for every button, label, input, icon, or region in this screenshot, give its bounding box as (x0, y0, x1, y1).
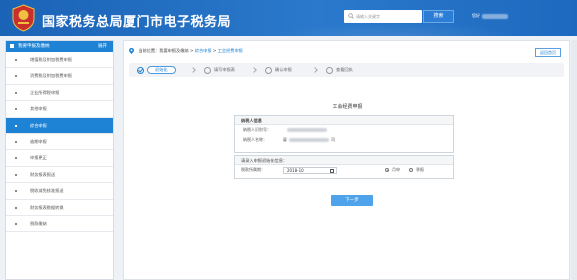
step-circle-icon (265, 66, 272, 74)
breadcrumb-prefix: 当前位置： (138, 48, 160, 53)
step-init: 初始化 (137, 66, 176, 74)
step-label: 查看回执 (336, 67, 353, 72)
taxpayer-name-suffix: 司 (331, 137, 335, 142)
step-label: 初始化 (147, 66, 176, 74)
sidebar-item[interactable]: 逾期申报 (6, 134, 113, 151)
location-pin-icon (129, 48, 134, 54)
sidebar-item-label: 综合申报 (30, 122, 47, 128)
radio-quarterly[interactable] (409, 168, 413, 172)
search-icon (348, 13, 354, 19)
step-circle-icon (204, 66, 211, 74)
breadcrumb-link-comprehensive[interactable]: 综合申报 (195, 48, 212, 53)
radio-quarterly-label: 季报 (416, 167, 424, 172)
sidebar-item-label: 税收减免核准报送 (30, 188, 64, 194)
bullet-icon (15, 124, 17, 127)
top-banner: 国家税务总局厦门市电子税务局 请输入关键字 搜索 您好 (0, 0, 577, 36)
breadcrumb-link-declare[interactable]: 我要申报及缴纳 (159, 48, 188, 53)
sidebar-item[interactable]: 其他申报 (6, 101, 113, 118)
search-input[interactable]: 请输入关键字 (344, 10, 422, 23)
sidebar-collapse-toggle[interactable]: 展开 (98, 41, 107, 52)
bullet-icon (15, 173, 17, 176)
step-arrow-icon (312, 67, 318, 73)
page-gutter (571, 40, 577, 280)
search-placeholder: 请输入关键字 (356, 14, 380, 19)
taxpayer-id-row: 纳税人识别号： (235, 125, 453, 135)
redacted-taxpayer-name (289, 138, 329, 142)
sidebar-item[interactable]: 财务报表数据转换 (6, 200, 113, 216)
sidebar-item-label: 申报更正 (30, 155, 47, 161)
sidebar-item-label: 企业所得税申报 (30, 89, 60, 95)
sidebar-title: 我要申报及缴纳 (18, 44, 50, 49)
step-circle-icon (326, 66, 333, 74)
breadcrumb-current: 工会经费申报 (217, 48, 243, 53)
sidebar-item[interactable]: 消费税及附加税费申报 (6, 68, 113, 85)
redacted-taxpayer-id (287, 128, 327, 132)
form-title: 工会经费申报 (332, 104, 363, 110)
radio-monthly[interactable] (385, 168, 389, 172)
taxpayer-name-label: 纳税人名称： (243, 137, 267, 142)
sidebar-item-label: 增值税及附加税费申报 (30, 57, 72, 62)
sidebar-header: 我要申报及缴纳 展开 (6, 41, 113, 52)
init-info-panel: 请录入申报初始化信息： 税款所属期： 2018-10 月申 季报 (234, 155, 454, 179)
step-check-icon (137, 66, 144, 74)
sidebar-item[interactable]: 申报更正 (6, 150, 113, 167)
next-step-button[interactable]: 下一步 (331, 195, 373, 206)
bullet-icon (15, 190, 17, 193)
search-button[interactable]: 搜索 (423, 10, 454, 23)
user-greeting[interactable]: 您好 (472, 13, 510, 19)
taxpayer-section-title: 纳税人信息 (235, 116, 453, 125)
calendar-icon[interactable] (330, 169, 334, 173)
step-receipt: 查看回执 (326, 66, 353, 74)
taxpayer-name-row: 纳税人名称： 厦 司 (235, 135, 453, 145)
taxpayer-info-panel: 纳税人信息 纳税人识别号： 纳税人名称： 厦 司 (234, 115, 454, 153)
sidebar-item-label: 财务报表数据转换 (30, 204, 64, 210)
bullet-icon (15, 140, 17, 143)
sidebar-item-label: 其他申报 (30, 106, 47, 112)
taxpayer-name-prefix: 厦 (283, 137, 287, 142)
bullet-icon (15, 91, 17, 94)
sidebar: 我要申报及缴纳 展开 增值税及附加税费申报 消费税及附加税费申报 企业所得税申报 其他… (5, 40, 114, 280)
sidebar-item-label: 消费税及附加税费申报 (30, 73, 72, 79)
site-title: 国家税务总局厦门市电子税务局 (42, 15, 232, 30)
sidebar-item-label: 财务报表报送 (30, 171, 56, 177)
taxpayer-id-label: 纳税人识别号： (243, 127, 271, 132)
step-fill-form: 填写申报表 (204, 66, 235, 74)
redacted-username (482, 13, 508, 19)
step-label: 填写申报表 (214, 67, 235, 72)
menu-square-icon (10, 43, 14, 48)
step-label: 确认申报 (275, 67, 292, 72)
radio-monthly-label: 月申 (392, 167, 400, 172)
sidebar-menu: 增值税及附加税费申报 消费税及附加税费申报 企业所得税申报 其他申报综合申报逾期申报申… (6, 52, 113, 233)
sidebar-item[interactable]: 增值税及附加税费申报 (6, 52, 113, 69)
sidebar-item-label: 税款缴纳 (30, 220, 47, 226)
bullet-icon (15, 75, 17, 78)
period-row: 税款所属期： 2018-10 月申 季报 (235, 165, 453, 175)
return-home-button[interactable]: 返回首页 (535, 48, 561, 57)
sidebar-item[interactable]: 企业所得税申报 (6, 85, 113, 102)
bullet-icon (15, 206, 17, 209)
sidebar-item[interactable]: 税收减免核准报送 (6, 183, 113, 200)
bullet-icon (15, 59, 17, 61)
sidebar-item[interactable]: 财务报表报送 (6, 167, 113, 184)
bullet-icon (15, 157, 17, 160)
main-panel: 当前位置：我要申报及缴纳 > 综合申报 > 工会经费申报 返回首页 初始化 填写… (123, 40, 570, 280)
sidebar-item[interactable]: 税款缴纳 (6, 216, 113, 233)
bullet-icon (15, 108, 17, 111)
sidebar-item-label: 逾期申报 (30, 138, 47, 144)
period-date-input[interactable]: 2018-10 (283, 167, 337, 174)
greeting-text: 您好 (472, 13, 480, 18)
step-progress-bar: 初始化 填写申报表 确认申报 查看回执 (129, 63, 564, 77)
bullet-icon (15, 222, 17, 225)
breadcrumb: 当前位置：我要申报及缴纳 > 综合申报 > 工会经费申报 (129, 48, 243, 54)
step-arrow-icon (190, 67, 196, 73)
step-arrow-icon (251, 67, 257, 73)
tax-emblem-icon (12, 4, 35, 32)
period-label: 税款所属期： (241, 167, 265, 172)
sidebar-item[interactable]: 综合申报 (6, 117, 113, 134)
step-confirm: 确认申报 (265, 66, 292, 74)
period-value: 2018-10 (287, 168, 304, 173)
init-section-title: 请录入申报初始化信息： (235, 156, 453, 165)
